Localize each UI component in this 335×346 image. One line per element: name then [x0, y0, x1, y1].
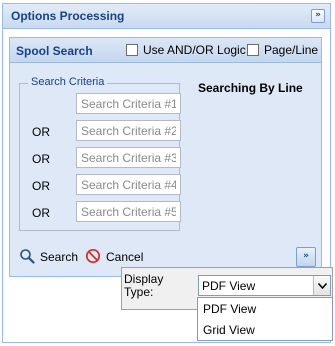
- search-criteria-input-3[interactable]: [76, 147, 181, 168]
- expand-options-icon[interactable]: »: [296, 247, 316, 267]
- or-label-2: OR: [32, 125, 50, 139]
- spool-search-panel: Spool Search Use AND/OR Logic Page/Line …: [9, 37, 322, 277]
- search-criteria-input-1[interactable]: [76, 93, 181, 114]
- panel-title: Options Processing: [11, 9, 125, 23]
- option-pdf-view[interactable]: PDF View: [198, 299, 332, 319]
- or-label-4: OR: [32, 179, 50, 193]
- search-criteria-fieldset: Search Criteria OR OR OR OR: [19, 76, 181, 231]
- search-criteria-input-4[interactable]: [76, 174, 181, 195]
- cancel-button[interactable]: Cancel: [85, 247, 143, 267]
- and-or-logic-label: Use AND/OR Logic: [143, 43, 246, 57]
- page-line-label: Page/Line: [264, 43, 319, 57]
- display-type-label: Display Type:: [124, 273, 163, 299]
- display-type-value: PDF View: [202, 279, 256, 293]
- searching-by-label: Searching By Line: [198, 81, 303, 95]
- and-or-logic-checkbox[interactable]: [126, 44, 138, 56]
- spool-search-title: Spool Search: [16, 44, 93, 58]
- display-type-label-line2: Type:: [124, 285, 154, 299]
- search-button[interactable]: Search: [19, 247, 78, 267]
- cancel-icon: [85, 248, 101, 267]
- search-button-label: Search: [40, 250, 79, 264]
- search-icon: [19, 248, 35, 267]
- cancel-button-label: Cancel: [106, 250, 144, 264]
- or-label-5: OR: [32, 206, 50, 220]
- or-label-3: OR: [32, 152, 50, 166]
- search-criteria-input-5[interactable]: [76, 201, 181, 222]
- chevron-down-icon[interactable]: [313, 276, 330, 295]
- spool-search-header: Spool Search Use AND/OR Logic Page/Line: [10, 38, 321, 63]
- display-type-select[interactable]: PDF View: [198, 275, 331, 296]
- display-type-dropdown-list: PDF View Grid View: [197, 297, 333, 341]
- collapse-icon[interactable]: »: [311, 9, 325, 23]
- option-grid-view[interactable]: Grid View: [198, 320, 332, 340]
- search-criteria-input-2[interactable]: [76, 120, 181, 141]
- page-line-checkbox[interactable]: [247, 44, 259, 56]
- panel-header: Options Processing »: [3, 4, 330, 29]
- search-criteria-legend: Search Criteria: [28, 76, 108, 88]
